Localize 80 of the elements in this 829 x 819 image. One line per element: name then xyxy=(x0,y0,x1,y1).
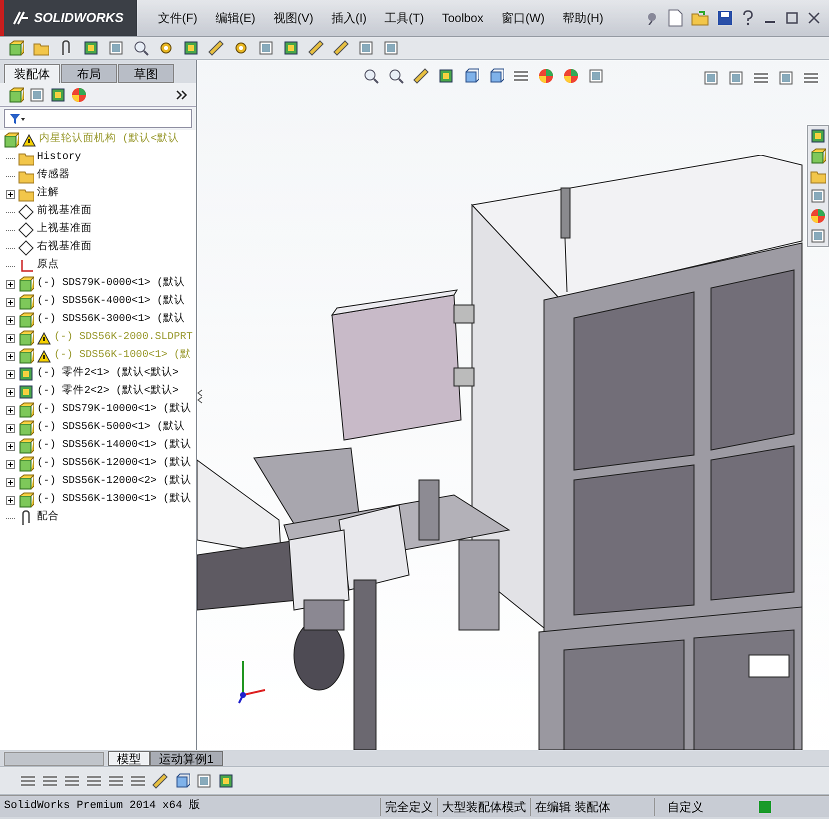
tree-item[interactable]: History xyxy=(37,150,82,166)
tree-item[interactable]: 传感器 xyxy=(37,168,70,184)
window-icon[interactable] xyxy=(258,40,274,56)
filter-field[interactable] xyxy=(4,109,192,128)
tree-item[interactable]: (-) SDS56K-13000<1> (默认 xyxy=(37,492,192,508)
menu-item[interactable]: 插入(I) xyxy=(322,9,376,27)
tree-item[interactable]: (-) SDS56K-3000<1> (默认 xyxy=(37,312,186,328)
tree-item[interactable]: (-) SDS79K-10000<1> (默认 xyxy=(37,402,192,418)
plane-icon xyxy=(18,222,34,238)
zoom-area-icon[interactable] xyxy=(388,68,404,84)
tree-item[interactable]: 配合 xyxy=(37,510,59,526)
status-field: 在编辑 装配体 xyxy=(530,798,614,816)
expand-icon[interactable] xyxy=(6,478,15,486)
status-field: 完全定义 xyxy=(380,798,437,816)
panel-tab[interactable]: 装配体 xyxy=(4,64,60,83)
part-cube-icon[interactable] xyxy=(8,40,24,56)
expand-icon[interactable] xyxy=(6,388,15,396)
appearances-icon[interactable] xyxy=(810,208,826,224)
expand-icon[interactable] xyxy=(6,406,15,414)
menu-item[interactable]: 文件(F) xyxy=(149,9,206,27)
bottom-tab[interactable]: 模型 xyxy=(108,751,150,766)
expand-icon[interactable] xyxy=(6,442,15,450)
filter-icon xyxy=(9,112,25,124)
app-logo-text: SOLIDWORKS xyxy=(34,9,124,28)
open-folder-icon[interactable] xyxy=(691,10,709,26)
appearance-icon[interactable] xyxy=(538,68,554,84)
menu-item[interactable]: 窗口(W) xyxy=(492,9,554,27)
menu-item[interactable]: 编辑(E) xyxy=(206,9,264,27)
tree-item[interactable]: 上视基准面 xyxy=(37,222,92,238)
tree-item[interactable]: (-) 零件2<2> (默认<默认> xyxy=(37,384,179,400)
expand-chevron-icon[interactable] xyxy=(176,90,188,100)
library-icon[interactable] xyxy=(810,148,826,164)
ruler-icon[interactable] xyxy=(308,40,324,56)
display-style-icon[interactable] xyxy=(488,68,504,84)
menu-item[interactable]: 工具(T) xyxy=(376,9,433,27)
ds-logo-icon xyxy=(12,10,30,26)
feature-manager-icon[interactable] xyxy=(8,86,24,102)
expand-icon[interactable] xyxy=(6,424,15,432)
expand-icon[interactable] xyxy=(6,298,15,306)
plane-icon xyxy=(18,240,34,256)
expand-icon[interactable] xyxy=(6,460,15,468)
tree-item[interactable]: 注解 xyxy=(37,186,59,202)
expand-icon[interactable] xyxy=(6,280,15,288)
view-icon[interactable] xyxy=(133,40,149,56)
shaded-cube-icon[interactable] xyxy=(174,772,190,788)
tree-item[interactable]: (-) SDS56K-12000<1> (默认 xyxy=(37,456,192,472)
expand-icon[interactable] xyxy=(6,334,15,342)
maximize-icon[interactable] xyxy=(785,11,799,25)
menu-item[interactable]: 视图(V) xyxy=(264,9,322,27)
tree-item[interactable]: 右视基准面 xyxy=(37,240,92,256)
bottom-tab[interactable]: 运动算例1 xyxy=(150,751,223,766)
menu-item[interactable]: 帮助(H) xyxy=(554,9,612,27)
expand-icon[interactable] xyxy=(6,316,15,324)
status-field: 大型装配体模式 xyxy=(437,798,530,816)
expand-icon[interactable] xyxy=(6,352,15,360)
panel-tab[interactable]: 草图 xyxy=(118,64,174,83)
panel-collapse-icon[interactable] xyxy=(197,388,203,404)
expand-icon[interactable] xyxy=(6,370,15,378)
tree-item[interactable]: (-) SDS79K-0000<1> (默认 xyxy=(37,276,186,292)
graphics-viewport[interactable] xyxy=(197,60,829,750)
view-orientation-icon[interactable] xyxy=(463,68,479,84)
menu-item[interactable]: Toolbox xyxy=(432,9,492,27)
units-field[interactable]: 自定义 xyxy=(654,798,734,816)
tree-item[interactable]: 前视基准面 xyxy=(37,204,92,220)
plane-icon xyxy=(18,204,34,220)
display-manager-icon[interactable] xyxy=(71,86,87,102)
panel-tab[interactable]: 布局 xyxy=(61,64,117,83)
tree-item[interactable]: (-) SDS56K-12000<2> (默认 xyxy=(37,474,192,490)
expand-icon[interactable] xyxy=(6,190,15,198)
save-icon[interactable] xyxy=(717,10,733,26)
pin-icon[interactable] xyxy=(645,11,659,25)
tree-item[interactable]: (-) SDS56K-5000<1> (默认 xyxy=(37,420,186,436)
tree-item[interactable]: (-) 零件2<1> (默认<默认> xyxy=(37,366,179,382)
new-document-icon[interactable] xyxy=(667,9,683,27)
tree-item[interactable]: (-) SDS56K-4000<1> (默认 xyxy=(37,294,186,310)
product-version-text: SolidWorks Premium 2014 x64 版 xyxy=(3,798,201,814)
expand-icon[interactable] xyxy=(6,496,15,504)
tree-item[interactable]: 原点 xyxy=(37,258,59,274)
tree-item[interactable]: (-) SDS56K-14000<1> (默认 xyxy=(37,438,192,454)
zoom-to-fit-icon[interactable] xyxy=(363,68,379,84)
